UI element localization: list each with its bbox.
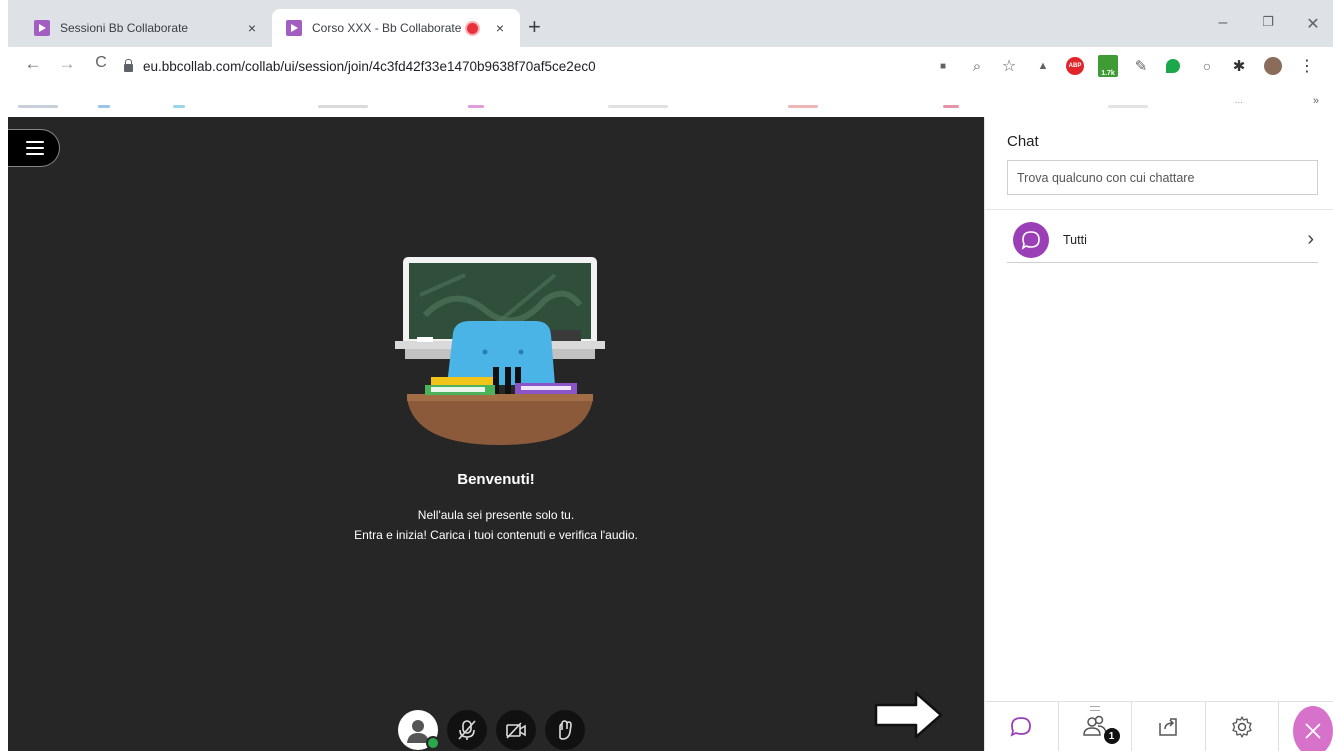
session-stage: Benvenuti! Nell'aula sei presente solo t… — [8, 117, 984, 751]
bookmark-item[interactable] — [468, 105, 484, 108]
tab-share-content[interactable] — [1132, 702, 1206, 751]
minimize-button[interactable]: – — [1203, 14, 1243, 32]
puzzle-pen-icon[interactable]: ✎ — [1132, 57, 1150, 75]
forward-button[interactable]: → — [54, 54, 80, 74]
hamburger-line — [26, 153, 44, 155]
tab-attendees[interactable]: 1 — [1059, 702, 1132, 751]
welcome-message-line2: Entra e inizia! Carica i tuoi contenuti … — [354, 528, 638, 542]
hamburger-line — [26, 147, 44, 149]
window-close-button[interactable]: ✕ — [1293, 14, 1333, 34]
bookmark-item[interactable] — [173, 105, 185, 108]
microphone-toggle-button[interactable] — [447, 710, 487, 750]
camera-toggle-button[interactable] — [496, 710, 536, 750]
new-tab-button[interactable]: + — [528, 16, 541, 38]
bookmark-item[interactable] — [788, 105, 818, 108]
zoom-icon[interactable]: ⌕ — [968, 57, 986, 75]
gear-icon — [1232, 715, 1252, 738]
tab-corso-active[interactable]: Corso XXX - Bb Collaborate × — [272, 9, 520, 47]
share-icon — [1159, 717, 1177, 736]
browser-tab-strip: Sessioni Bb Collaborate × Corso XXX - Bb… — [8, 0, 1333, 47]
collaborate-favicon-icon — [286, 20, 302, 36]
profile-avatar-icon[interactable] — [1264, 57, 1282, 75]
book-pages — [431, 387, 485, 392]
leaf-icon[interactable] — [1166, 59, 1180, 73]
tab-title: Corso XXX - Bb Collaborate — [312, 21, 462, 35]
welcome-title: Benvenuti! — [457, 471, 535, 488]
chair-leg — [505, 367, 511, 394]
panel-divider — [985, 209, 1333, 210]
chalk-piece — [417, 337, 433, 342]
chevron-right-icon: › — [1307, 228, 1314, 250]
chat-everyone-item[interactable]: Tutti › — [1007, 217, 1318, 263]
bookmark-item[interactable] — [608, 105, 668, 108]
chat-bubble-avatar-icon — [1013, 221, 1049, 258]
bookmark-item[interactable] — [943, 105, 959, 108]
raise-hand-button[interactable] — [545, 710, 585, 750]
right-arrow-icon — [874, 691, 943, 739]
microphone-off-icon — [458, 720, 476, 740]
camera-icon[interactable]: ■ — [934, 57, 952, 75]
close-panel-button[interactable] — [1279, 702, 1333, 751]
status-ok-icon — [426, 736, 440, 750]
chat-search-input[interactable] — [1007, 160, 1318, 195]
address-bar[interactable]: eu.bbcollab.com/collab/ui/session/join/4… — [124, 52, 924, 80]
reload-button[interactable]: C — [88, 54, 114, 72]
session-menu-button[interactable] — [8, 129, 60, 167]
back-button[interactable]: ← — [20, 54, 46, 74]
chat-icon — [1010, 716, 1032, 737]
panel-tab-bar: 1 — [985, 701, 1333, 751]
tab-close-icon[interactable]: × — [490, 20, 510, 36]
hamburger-line — [26, 141, 44, 143]
page: Sessioni Bb Collaborate × Corso XXX - Bb… — [0, 0, 1333, 751]
attendees-count-badge: 1 — [1103, 728, 1120, 744]
extensions-icon[interactable]: ✱ — [1230, 57, 1248, 75]
bookmark-item[interactable] — [98, 105, 110, 108]
bookmark-item[interactable] — [1108, 105, 1148, 108]
tab-title: Sessioni Bb Collaborate — [60, 21, 189, 35]
drive-icon[interactable]: ▲ — [1034, 57, 1052, 75]
browser-toolbar: ← → C eu.bbcollab.com/collab/ui/session/… — [8, 47, 1333, 85]
drag-handle-icon[interactable] — [1089, 706, 1100, 711]
kebab-menu-icon[interactable]: ⋮ — [1298, 57, 1316, 75]
my-status-button[interactable] — [398, 710, 440, 750]
close-panel-circle[interactable] — [1293, 705, 1333, 751]
bookmarks-bar: ... » — [8, 85, 1333, 117]
restore-button[interactable]: ❐ — [1248, 14, 1288, 30]
bookmarks-overflow: ... — [1234, 95, 1243, 106]
classroom-illustration — [395, 257, 605, 445]
star-icon[interactable]: ☆ — [1000, 57, 1018, 75]
book-yellow — [431, 377, 493, 385]
desk-top — [407, 394, 593, 401]
chair-back — [447, 321, 555, 385]
welcome-message-line1: Nell'aula sei presente solo tu. — [417, 508, 575, 522]
camera-off-icon — [506, 722, 526, 739]
book-pages — [521, 386, 571, 390]
tab-close-icon[interactable]: × — [242, 20, 262, 36]
adblock-icon[interactable]: ABP — [1066, 57, 1084, 75]
bookmarks-more-button[interactable]: » — [1313, 95, 1319, 107]
tab-settings[interactable] — [1206, 702, 1279, 751]
bookmark-item[interactable] — [18, 105, 58, 108]
recording-indicator-icon — [467, 22, 478, 34]
tab-chat[interactable] — [985, 702, 1059, 751]
collaborate-favicon-icon — [34, 20, 50, 36]
close-icon — [1305, 722, 1321, 739]
chat-item-name: Tutti — [1063, 232, 1087, 247]
ring-icon[interactable]: ○ — [1198, 57, 1216, 75]
media-controls — [398, 710, 585, 750]
chair-dot — [518, 349, 524, 355]
tab-sessioni[interactable]: Sessioni Bb Collaborate × — [20, 9, 272, 47]
raise-hand-icon — [559, 720, 572, 740]
chair-dot — [482, 349, 488, 355]
bookmark-item[interactable] — [318, 105, 368, 108]
floor-shape — [407, 399, 593, 445]
url-text: eu.bbcollab.com/collab/ui/session/join/4… — [143, 58, 596, 74]
collaborate-panel: Chat Tutti › — [984, 117, 1333, 751]
counter-extension-icon[interactable]: 1.7k — [1098, 55, 1118, 77]
panel-title: Chat — [1007, 133, 1039, 150]
lock-icon — [124, 59, 133, 72]
